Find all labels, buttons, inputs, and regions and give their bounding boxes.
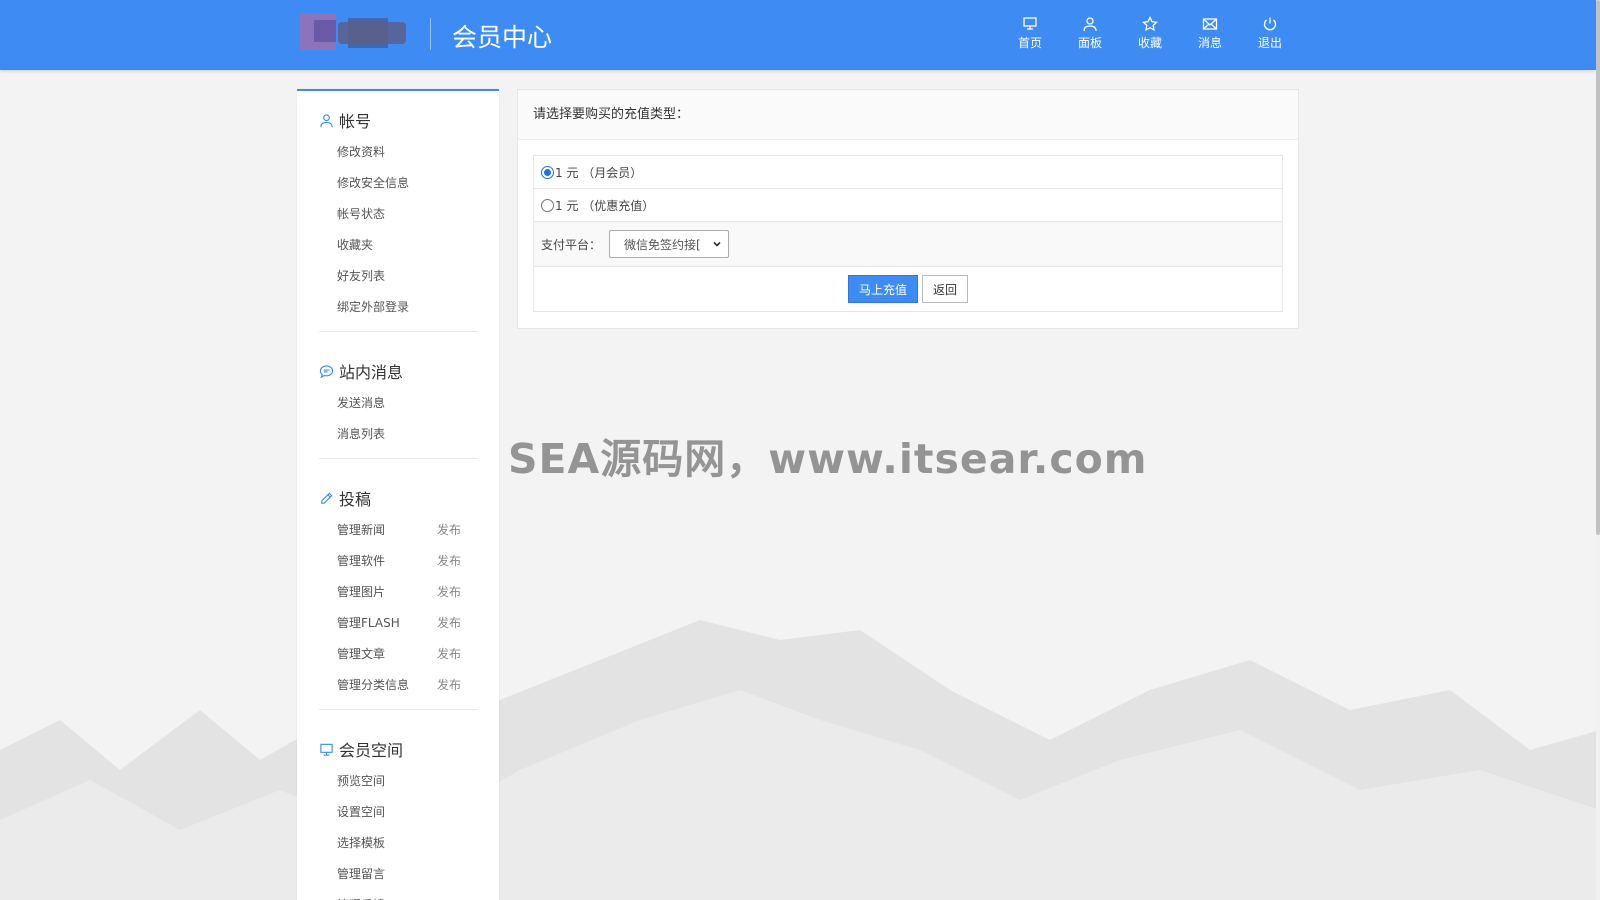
nav-label: 收藏 bbox=[1137, 36, 1162, 50]
nav-messages[interactable]: 消息 bbox=[1180, 16, 1240, 51]
chat-bubble-icon bbox=[319, 364, 334, 378]
header-divider bbox=[430, 18, 431, 50]
sidebar-group-account: 帐号 修改资料 修改安全信息 帐号状态 收藏夹 好友列表 绑定外部登录 bbox=[297, 105, 499, 342]
sidebar-item-label: 管理文章 bbox=[337, 647, 386, 661]
sidebar-group-title: 帐号 bbox=[339, 112, 372, 131]
sidebar-item-bind-login[interactable]: 绑定外部登录 bbox=[337, 292, 499, 323]
monitor-icon bbox=[1023, 17, 1037, 30]
page-scrollbar[interactable] bbox=[1596, 0, 1600, 900]
sidebar-group-header: 站内消息 bbox=[297, 356, 499, 386]
sidebar-group-submissions: 投稿 管理新闻 发布 管理软件 发布 管理图片 发布 管理FLASH 发布 管理文章 发布… bbox=[297, 483, 499, 720]
sidebar-group-header: 会员空间 bbox=[297, 734, 499, 764]
star-icon bbox=[1142, 16, 1158, 32]
mail-icon bbox=[1202, 18, 1218, 30]
option-label: 1 元 （优惠充值） bbox=[555, 198, 655, 213]
user-icon bbox=[1083, 17, 1097, 32]
divider bbox=[319, 709, 477, 710]
sidebar-group-title: 投稿 bbox=[339, 490, 372, 509]
nav-label: 退出 bbox=[1257, 36, 1282, 50]
radio-discount[interactable] bbox=[541, 198, 554, 212]
user-outline-icon bbox=[320, 113, 333, 127]
publish-link[interactable]: 发布 bbox=[437, 639, 461, 670]
sidebar-item-preview-space[interactable]: 预览空间 bbox=[337, 766, 499, 797]
sidebar-item-label: 管理分类信息 bbox=[337, 678, 410, 692]
sidebar-item-message-list[interactable]: 消息列表 bbox=[337, 419, 499, 450]
publish-link[interactable]: 发布 bbox=[437, 577, 461, 608]
sidebar-item-manage-articles[interactable]: 管理文章 发布 bbox=[337, 639, 499, 670]
top-header: 会员中心 首页 面板 收藏 消息 退出 bbox=[0, 0, 1596, 70]
sidebar-item-label: 管理FLASH bbox=[337, 616, 400, 630]
sidebar-item-label: 管理软件 bbox=[337, 554, 386, 568]
chevron-down-icon bbox=[713, 241, 721, 247]
sidebar-item-friends[interactable]: 好友列表 bbox=[337, 261, 499, 292]
sidebar-group-header: 帐号 bbox=[297, 105, 499, 135]
top-nav: 首页 面板 收藏 消息 退出 bbox=[1000, 16, 1300, 51]
sidebar-group-space: 会员空间 预览空间 设置空间 选择模板 管理留言 管理反馈 bbox=[297, 734, 499, 900]
publish-link[interactable]: 发布 bbox=[437, 670, 461, 701]
watermark-text: SEA源码网，www.itsear.com bbox=[508, 435, 1148, 483]
sidebar-item-manage-feedback[interactable]: 管理反馈 bbox=[337, 890, 499, 900]
recharge-panel: 请选择要购买的充值类型： 1 元 （月会员） 1 元 （优惠充值） 支付平台： … bbox=[517, 89, 1299, 329]
sidebar-item-label: 管理图片 bbox=[337, 585, 386, 599]
sidebar-group-header: 投稿 bbox=[297, 483, 499, 513]
sidebar-item-space-settings[interactable]: 设置空间 bbox=[337, 797, 499, 828]
payment-label: 支付平台： bbox=[541, 237, 602, 252]
nav-label: 面板 bbox=[1077, 36, 1102, 50]
sidebar-group-title: 站内消息 bbox=[339, 363, 404, 382]
publish-link[interactable]: 发布 bbox=[437, 608, 461, 639]
nav-panel[interactable]: 面板 bbox=[1060, 16, 1120, 51]
page-title: 会员中心 bbox=[452, 23, 553, 52]
nav-label: 消息 bbox=[1197, 36, 1222, 50]
sidebar-item-manage-classifieds[interactable]: 管理分类信息 发布 bbox=[337, 670, 499, 701]
back-button[interactable]: 返回 bbox=[922, 275, 968, 303]
payment-select[interactable]: 微信免签约接[ bbox=[609, 230, 730, 258]
sidebar-item-account-status[interactable]: 帐号状态 bbox=[337, 199, 499, 230]
sidebar-group-messages: 站内消息 发送消息 消息列表 bbox=[297, 356, 499, 469]
option-discount[interactable]: 1 元 （优惠充值） bbox=[534, 189, 1282, 222]
sidebar-group-title: 会员空间 bbox=[339, 741, 404, 760]
nav-label: 首页 bbox=[1017, 36, 1042, 50]
sidebar-item-manage-comments[interactable]: 管理留言 bbox=[337, 859, 499, 890]
sidebar-item-manage-images[interactable]: 管理图片 发布 bbox=[337, 577, 499, 608]
sidebar-item-manage-software[interactable]: 管理软件 发布 bbox=[337, 546, 499, 577]
mountain-background bbox=[0, 620, 1600, 900]
nav-favorites[interactable]: 收藏 bbox=[1120, 16, 1180, 51]
payment-row: 支付平台： 微信免签约接[ bbox=[534, 222, 1282, 267]
sidebar-item-send-message[interactable]: 发送消息 bbox=[337, 388, 499, 419]
payment-select-value: 微信免签约接[ bbox=[624, 237, 701, 252]
divider bbox=[319, 331, 477, 332]
sidebar: 帐号 修改资料 修改安全信息 帐号状态 收藏夹 好友列表 绑定外部登录 站内消息… bbox=[297, 89, 499, 900]
sidebar-item-label: 管理新闻 bbox=[337, 523, 386, 537]
publish-link[interactable]: 发布 bbox=[437, 515, 461, 546]
power-icon bbox=[1263, 17, 1277, 31]
sidebar-item-choose-template[interactable]: 选择模板 bbox=[337, 828, 499, 859]
sidebar-item-favorites[interactable]: 收藏夹 bbox=[337, 230, 499, 261]
panel-heading: 请选择要购买的充值类型： bbox=[518, 90, 1298, 140]
sidebar-item-edit-profile[interactable]: 修改资料 bbox=[337, 137, 499, 168]
scroll-thumb[interactable] bbox=[1596, 0, 1600, 535]
pen-icon bbox=[321, 492, 333, 504]
nav-logout[interactable]: 退出 bbox=[1240, 16, 1300, 51]
option-monthly[interactable]: 1 元 （月会员） bbox=[534, 156, 1282, 189]
action-row: 马上充值 返回 bbox=[534, 267, 1282, 311]
sidebar-item-edit-security[interactable]: 修改安全信息 bbox=[337, 168, 499, 199]
publish-link[interactable]: 发布 bbox=[437, 546, 461, 577]
recharge-button[interactable]: 马上充值 bbox=[848, 275, 918, 303]
computer-icon bbox=[320, 743, 333, 756]
site-logo[interactable] bbox=[300, 14, 408, 50]
nav-home[interactable]: 首页 bbox=[1000, 16, 1060, 51]
recharge-form: 1 元 （月会员） 1 元 （优惠充值） 支付平台： 微信免签约接[ 马上充值 … bbox=[533, 155, 1283, 312]
sidebar-item-manage-flash[interactable]: 管理FLASH 发布 bbox=[337, 608, 499, 639]
option-label: 1 元 （月会员） bbox=[555, 165, 643, 180]
radio-monthly[interactable] bbox=[541, 165, 554, 179]
divider bbox=[319, 458, 477, 459]
sidebar-item-manage-news[interactable]: 管理新闻 发布 bbox=[337, 515, 499, 546]
